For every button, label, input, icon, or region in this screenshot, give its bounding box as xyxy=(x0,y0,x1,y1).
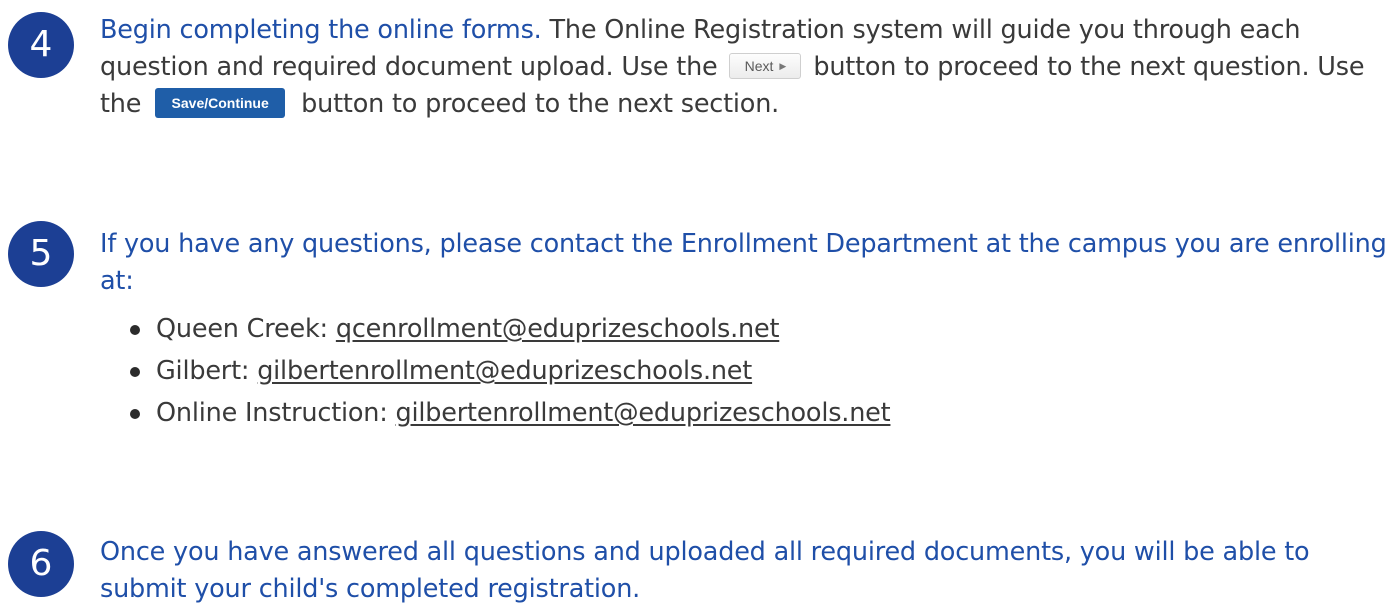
email-link-gilbert[interactable]: gilbertenrollment@eduprizeschools.net xyxy=(257,356,752,386)
next-button-example: Next ▶ xyxy=(729,53,802,79)
step-number-badge: 5 xyxy=(8,221,74,287)
step-number-badge: 4 xyxy=(8,12,74,78)
contact-item-queen-creek: Queen Creek: qcenrollment@eduprizeschool… xyxy=(130,308,890,350)
next-button-label: Next xyxy=(744,57,774,74)
next-arrow-icon: ▶ xyxy=(779,60,787,71)
contact-list: Queen Creek: qcenrollment@eduprizeschool… xyxy=(130,308,891,434)
contact-campus-label: Queen Creek: xyxy=(156,314,336,344)
step-5-lead: If you have any questions, please contac… xyxy=(100,229,1387,296)
step-4-text: Begin completing the online forms. The O… xyxy=(100,0,1393,123)
email-link-queen-creek[interactable]: qcenrollment@eduprizeschools.net xyxy=(336,314,780,344)
email-link-online-instruction[interactable]: gilbertenrollment@eduprizeschools.net xyxy=(396,398,891,428)
step-4-text-c: button to proceed to the next section. xyxy=(301,89,780,119)
contact-campus-label: Gilbert: xyxy=(156,356,258,386)
contact-item-gilbert: Gilbert: gilbertenrollment@eduprizeschoo… xyxy=(130,350,890,392)
step-number-badge: 6 xyxy=(8,531,74,597)
contact-item-online-instruction: Online Instruction: gilbertenrollment@ed… xyxy=(130,392,891,434)
step-6-lead: Once you have answered all questions and… xyxy=(100,537,1310,604)
step-6-text: Once you have answered all questions and… xyxy=(100,534,1393,608)
step-5-text: If you have any questions, please contac… xyxy=(100,226,1393,300)
step-4-lead: Begin completing the online forms. xyxy=(100,15,542,45)
save-continue-button-example: Save/Continue xyxy=(155,88,286,118)
contact-campus-label: Online Instruction: xyxy=(156,398,396,428)
